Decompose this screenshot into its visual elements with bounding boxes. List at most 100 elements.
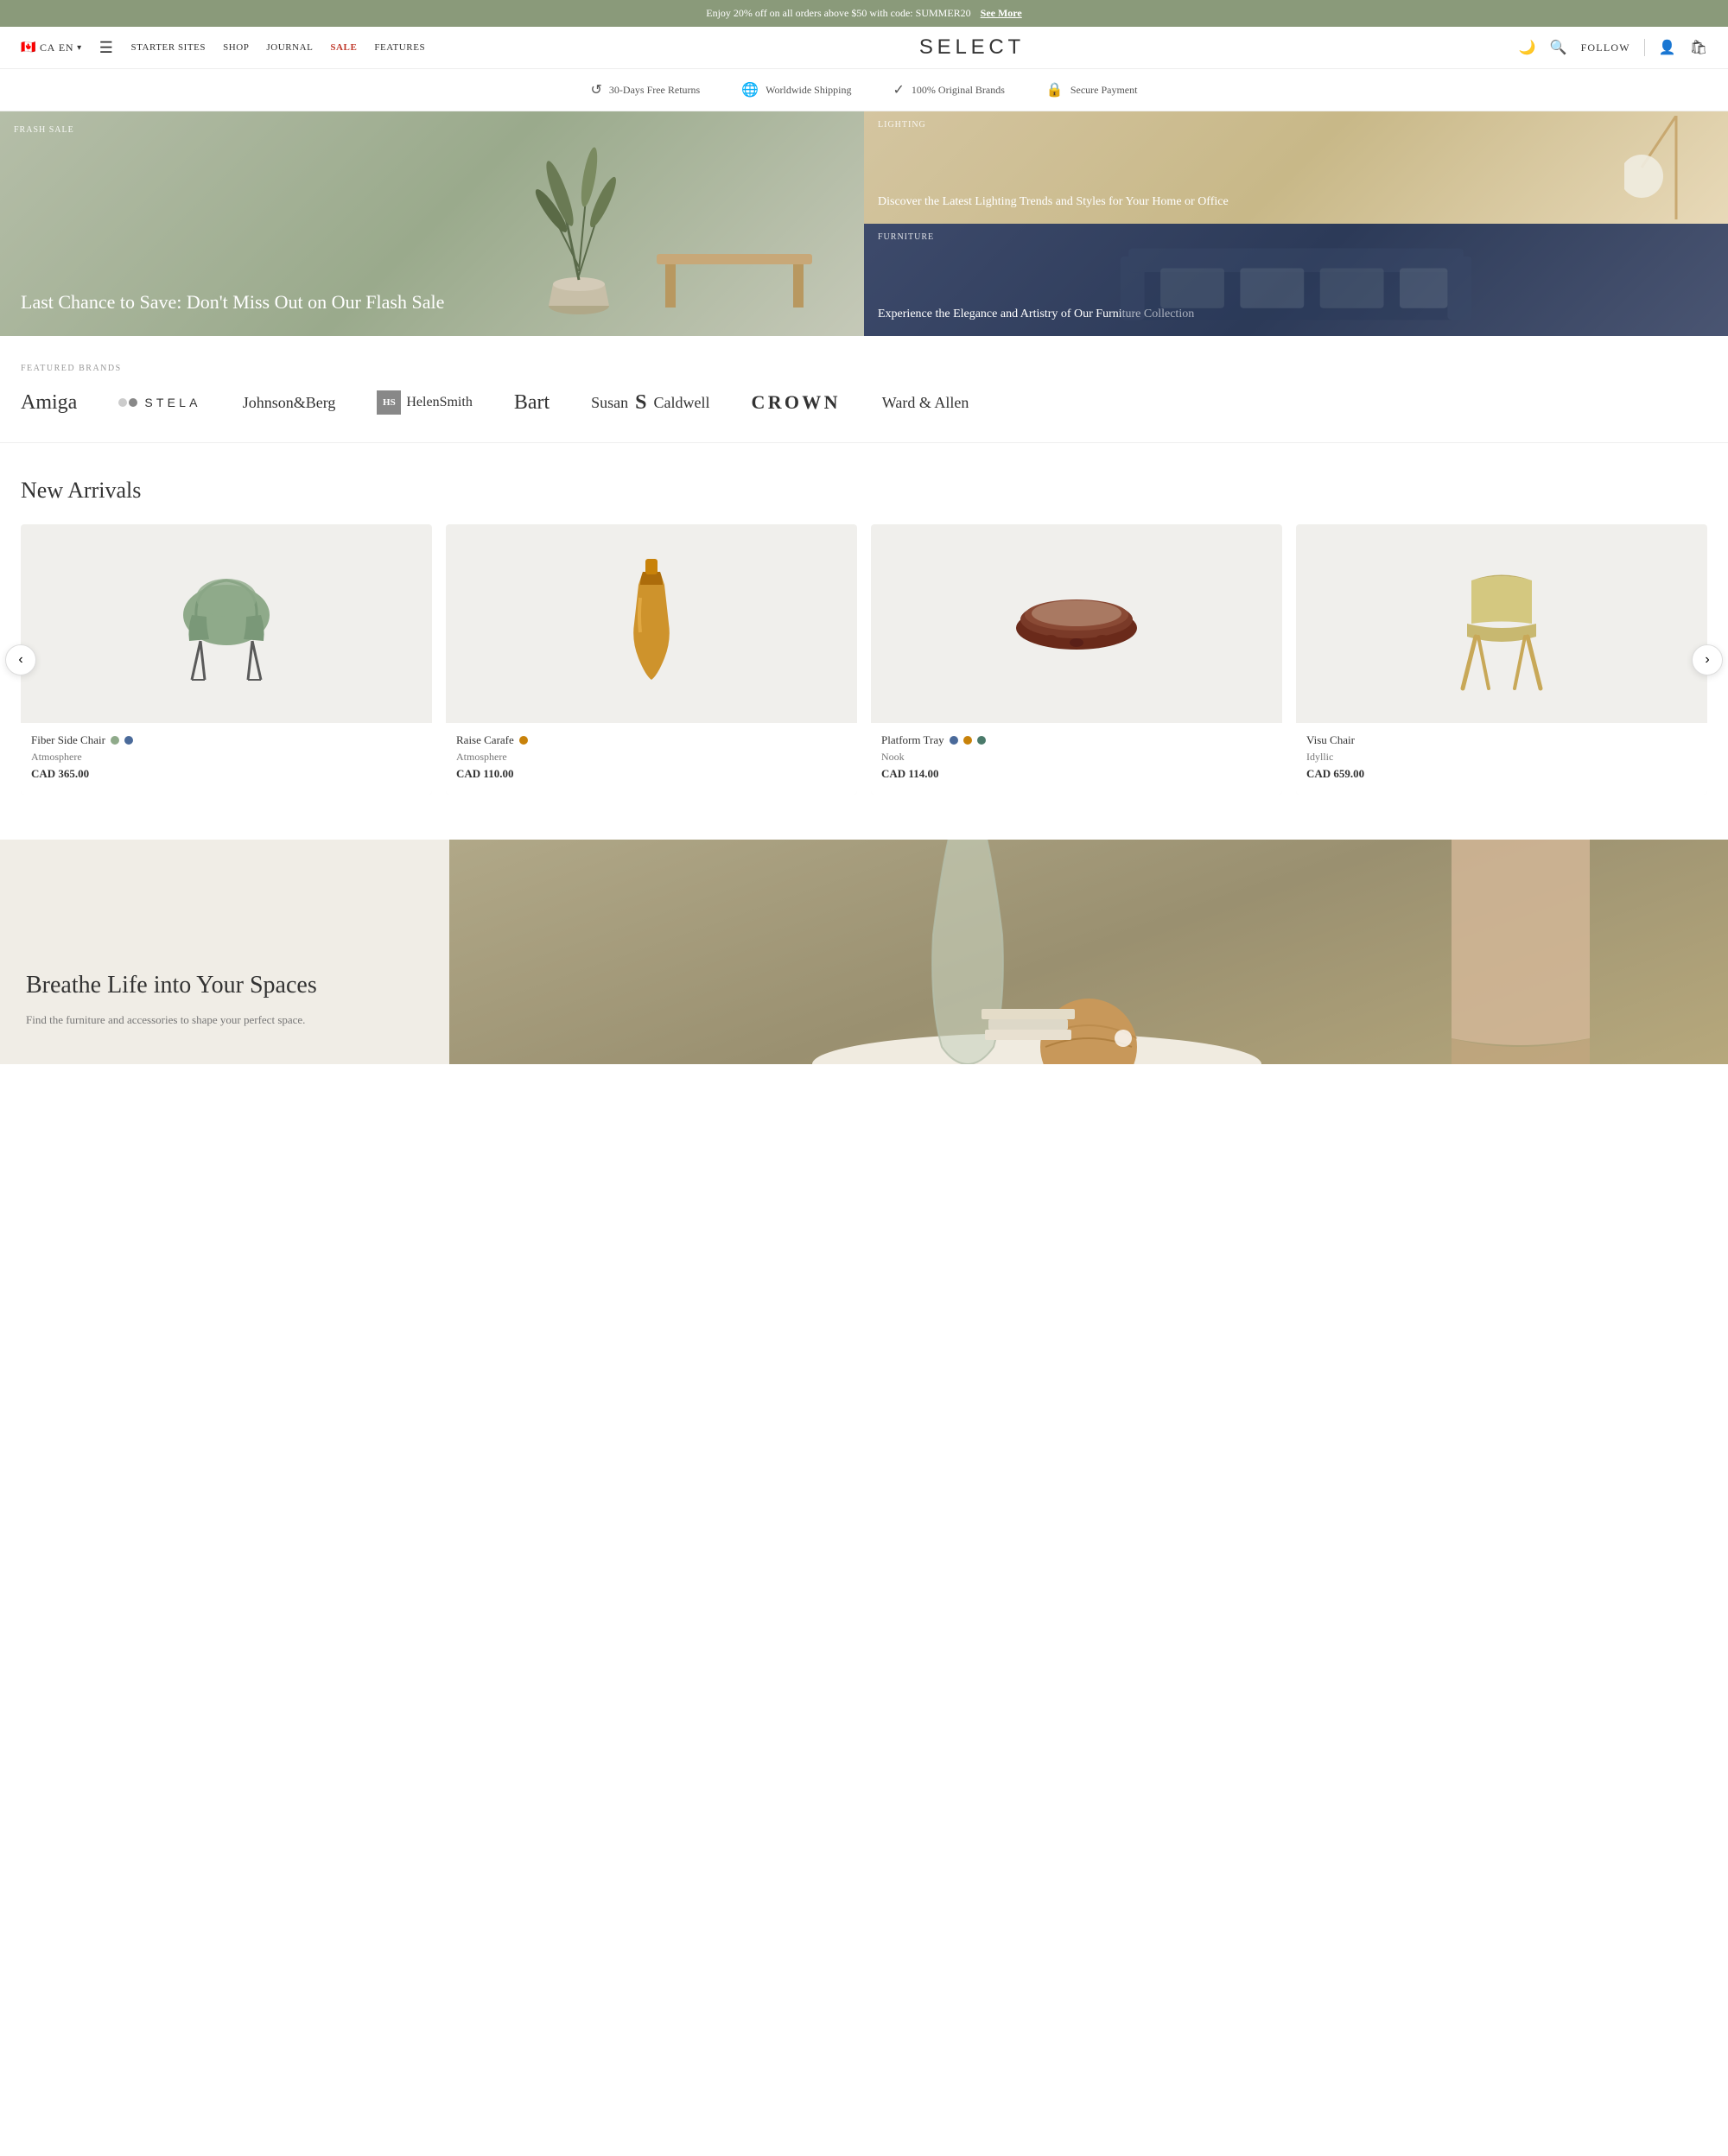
- product-info-2: Raise Carafe Atmosphere CAD 110.00: [446, 723, 857, 795]
- product-image-1: [21, 524, 432, 723]
- feature-brands-label: 100% Original Brands: [912, 84, 1005, 97]
- product-card-4[interactable]: Visu Chair Idyllic CAD 659.00: [1296, 524, 1707, 795]
- carousel-prev-button[interactable]: ‹: [5, 644, 36, 675]
- nav-link-features[interactable]: FEATURES: [374, 42, 425, 53]
- color-dot-amber[interactable]: [519, 736, 528, 745]
- product-image-3: [871, 524, 1282, 723]
- divider-1: [1644, 39, 1645, 56]
- new-arrivals-section: New Arrivals ‹: [0, 443, 1728, 822]
- brands-section: FEATURED BRANDS Amiga STELA Johnson&Berg…: [0, 336, 1728, 443]
- banner-visual-svg: [449, 840, 1728, 1064]
- nav-left: 🇨🇦 CA EN ▾ ☰ STARTER SITES SHOP JOURNAL …: [21, 39, 425, 57]
- helensmith-text: HelenSmith: [406, 395, 472, 410]
- features-bar: ↺ 30-Days Free Returns 🌐 Worldwide Shipp…: [0, 69, 1728, 111]
- locale-chevron: ▾: [77, 43, 82, 53]
- sofa-decoration: [864, 232, 1728, 336]
- banner-left-content: Breathe Life into Your Spaces Find the f…: [0, 840, 449, 1064]
- product-info-4: Visu Chair Idyllic CAD 659.00: [1296, 723, 1707, 795]
- stela-dots: [118, 398, 137, 407]
- susan-s-logo: S: [635, 391, 646, 415]
- hero-left-title: Last Chance to Save: Don't Miss Out on O…: [21, 290, 444, 315]
- carafe-svg: [613, 555, 690, 693]
- product-name-3: Platform Tray: [881, 733, 1272, 747]
- brand-amiga[interactable]: Amiga: [21, 391, 77, 415]
- hs-box: HS: [377, 390, 401, 415]
- products-grid: Fiber Side Chair Atmosphere CAD 365.00: [21, 524, 1707, 795]
- color-dot-green[interactable]: [111, 736, 119, 745]
- language-code: EN: [59, 41, 73, 54]
- color-dot-teal[interactable]: [977, 736, 986, 745]
- brand-ward-allen[interactable]: Ward & Allen: [882, 394, 969, 412]
- announcement-bar: Enjoy 20% off on all orders above $50 wi…: [0, 0, 1728, 27]
- products-carousel: ‹: [21, 524, 1707, 795]
- color-dot-blue[interactable]: [124, 736, 133, 745]
- hamburger-menu[interactable]: ☰: [99, 39, 114, 57]
- feature-payment: 🔒 Secure Payment: [1046, 81, 1138, 98]
- search-icon[interactable]: 🔍: [1550, 39, 1567, 56]
- plant-decoration: [518, 146, 639, 319]
- feature-returns-label: 30-Days Free Returns: [609, 84, 700, 97]
- hero-lighting-badge: LIGHTING: [878, 120, 926, 130]
- product-price-3: CAD 114.00: [881, 767, 1272, 781]
- product-price-2: CAD 110.00: [456, 767, 847, 781]
- site-logo[interactable]: SELECT: [919, 35, 1025, 60]
- locale-selector[interactable]: 🇨🇦 CA EN ▾: [21, 41, 82, 55]
- announcement-cta[interactable]: See More: [981, 7, 1022, 20]
- country-code: CA: [40, 41, 55, 54]
- hero-right: LIGHTING Discover the Latest Lighting Tr…: [864, 111, 1728, 336]
- nav-link-journal[interactable]: JOURNAL: [266, 42, 313, 53]
- feature-shipping-label: Worldwide Shipping: [766, 84, 851, 97]
- product-card-3[interactable]: Platform Tray Nook CAD 114.00: [871, 524, 1282, 795]
- main-nav: 🇨🇦 CA EN ▾ ☰ STARTER SITES SHOP JOURNAL …: [0, 27, 1728, 69]
- dark-mode-icon[interactable]: 🌙: [1519, 39, 1536, 56]
- color-dot-blue-2[interactable]: [950, 736, 958, 745]
- bottom-banner: Breathe Life into Your Spaces Find the f…: [0, 840, 1728, 1064]
- feature-payment-label: Secure Payment: [1070, 84, 1138, 97]
- product-name-1: Fiber Side Chair: [31, 733, 422, 747]
- banner-right-visual[interactable]: [449, 840, 1728, 1064]
- product-price-1: CAD 365.00: [31, 767, 422, 781]
- product-brand-1: Atmosphere: [31, 751, 422, 764]
- brand-helensmith[interactable]: HS HelenSmith: [377, 390, 472, 415]
- hero-flash-sale[interactable]: FRASH SALE: [0, 111, 864, 336]
- nav-link-sale[interactable]: SALE: [330, 42, 357, 53]
- product-info-1: Fiber Side Chair Atmosphere CAD 365.00: [21, 723, 432, 795]
- stela-dot-2: [129, 398, 137, 407]
- brands-icon: ✓: [893, 81, 905, 98]
- brand-bart[interactable]: Bart: [514, 391, 550, 415]
- tray-svg: [1007, 580, 1146, 667]
- hero-left-text: Last Chance to Save: Don't Miss Out on O…: [21, 290, 444, 315]
- color-dot-amber-2[interactable]: [963, 736, 972, 745]
- product-brand-4: Idyllic: [1306, 751, 1697, 764]
- susan-text: Susan: [591, 394, 628, 412]
- product-card-1[interactable]: Fiber Side Chair Atmosphere CAD 365.00: [21, 524, 432, 795]
- account-icon[interactable]: 👤: [1659, 39, 1676, 56]
- nav-link-starter[interactable]: STARTER SITES: [131, 42, 206, 53]
- payment-icon: 🔒: [1046, 81, 1064, 98]
- product-name-2: Raise Carafe: [456, 733, 847, 747]
- hero-lighting[interactable]: LIGHTING Discover the Latest Lighting Tr…: [864, 111, 1728, 224]
- cart-icon[interactable]: 🛍: [1690, 39, 1707, 56]
- hero-lighting-text: Discover the Latest Lighting Trends and …: [878, 194, 1229, 210]
- brand-crown[interactable]: CROWN: [752, 391, 841, 414]
- hero-furniture[interactable]: FURNITURE Experience the Elegance and Ar…: [864, 224, 1728, 336]
- nav-link-shop[interactable]: SHOP: [223, 42, 249, 53]
- banner-title: Breathe Life into Your Spaces: [26, 970, 423, 1001]
- shipping-icon: 🌐: [741, 81, 759, 98]
- brand-johnson[interactable]: Johnson&Berg: [243, 394, 336, 412]
- brands-list: Amiga STELA Johnson&Berg HS HelenSmith B…: [21, 390, 1707, 415]
- hero-section: FRASH SALE: [0, 111, 1728, 336]
- announcement-text: Enjoy 20% off on all orders above $50 wi…: [706, 7, 970, 20]
- product-brand-2: Atmosphere: [456, 751, 847, 764]
- brand-susan-caldwell[interactable]: Susan S Caldwell: [591, 391, 709, 415]
- visu-chair-svg: [1445, 550, 1558, 697]
- carousel-next-button[interactable]: ›: [1692, 644, 1723, 675]
- hero-lighting-title: Discover the Latest Lighting Trends and …: [878, 194, 1229, 210]
- brand-stela[interactable]: STELA: [118, 396, 200, 409]
- returns-icon: ↺: [591, 81, 602, 98]
- hero-left-badge: FRASH SALE: [14, 125, 74, 135]
- product-card-2[interactable]: Raise Carafe Atmosphere CAD 110.00: [446, 524, 857, 795]
- table-decoration: [648, 241, 821, 310]
- fiber-chair-svg: [170, 555, 283, 693]
- follow-button[interactable]: FOLLOW: [1581, 41, 1630, 54]
